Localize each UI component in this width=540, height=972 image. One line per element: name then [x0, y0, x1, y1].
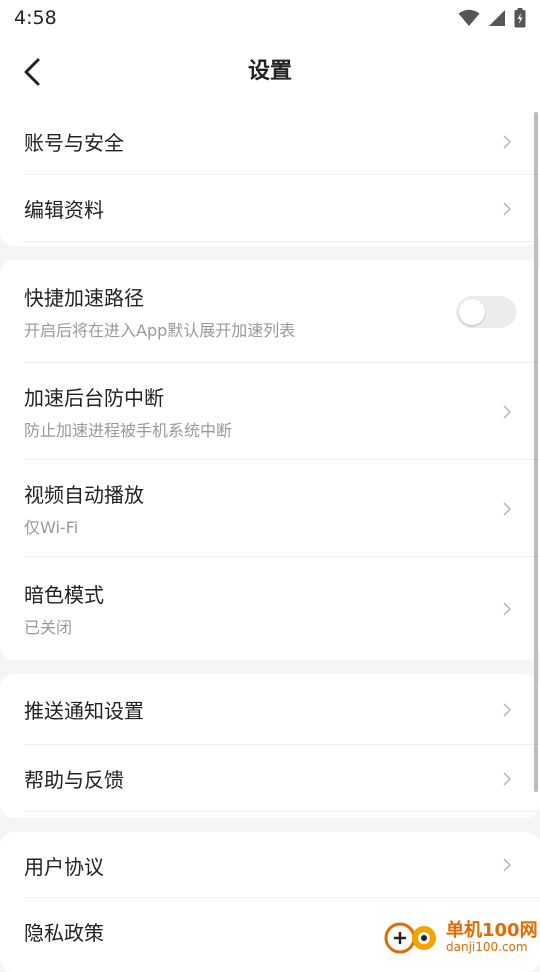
- signal-icon: [489, 10, 505, 26]
- chevron-right-icon: [503, 601, 512, 616]
- settings-item-dark-mode[interactable]: 暗色模式 已关闭: [0, 557, 540, 660]
- settings-group-account: 账号与安全 编辑资料: [0, 108, 540, 246]
- chevron-right-icon: [503, 702, 512, 717]
- chevron-right-icon: [503, 404, 512, 419]
- settings-item-label: 快捷加速路径: [24, 286, 144, 310]
- settings-item-background-protect[interactable]: 加速后台防中断 防止加速进程被手机系统中断: [0, 363, 540, 460]
- chevron-right-icon: [503, 501, 512, 516]
- settings-item-subtitle: 仅Wi-Fi: [24, 518, 79, 537]
- settings-item-subtitle: 开启后将在进入App默认展开加速列表: [24, 321, 296, 340]
- settings-item-subtitle: 防止加速进程被手机系统中断: [24, 421, 233, 440]
- header: 设置: [0, 36, 540, 108]
- settings-item-edit-profile[interactable]: 编辑资料: [0, 175, 540, 242]
- watermark-logo: 单机100网 danji100.com: [380, 912, 540, 960]
- settings-item-push-notifications[interactable]: 推送通知设置: [0, 674, 540, 745]
- watermark-url: danji100.com: [446, 940, 528, 954]
- settings-item-label: 推送通知设置: [24, 699, 144, 723]
- page-title: 设置: [247, 59, 292, 84]
- wifi-icon: [458, 9, 480, 26]
- watermark-name: 单机100网: [446, 920, 538, 941]
- scrollbar[interactable]: [534, 112, 538, 792]
- settings-item-label: 用户协议: [24, 854, 104, 879]
- chevron-right-icon: [503, 134, 512, 149]
- settings-item-label: 账号与安全: [24, 131, 124, 155]
- status-bar: 4:58: [0, 0, 540, 36]
- chevron-right-icon: [503, 201, 512, 216]
- settings-item-user-agreement[interactable]: 用户协议: [0, 832, 540, 898]
- settings-item-subtitle: 已关闭: [24, 618, 73, 637]
- settings-item-quick-accelerate: 快捷加速路径 开启后将在进入App默认展开加速列表: [0, 260, 540, 363]
- battery-icon: [514, 8, 526, 28]
- settings-item-video-autoplay[interactable]: 视频自动播放 仅Wi-Fi: [0, 460, 540, 557]
- watermark-icon: [384, 922, 436, 954]
- settings-item-label: 编辑资料: [24, 198, 104, 222]
- settings-item-label: 帮助与反馈: [24, 768, 124, 792]
- settings-item-label: 暗色模式: [24, 583, 104, 607]
- status-icons: [458, 8, 526, 28]
- settings-item-help-feedback[interactable]: 帮助与反馈: [0, 745, 540, 812]
- settings-group-notifications: 推送通知设置 帮助与反馈: [0, 674, 540, 818]
- settings-item-account-security[interactable]: 账号与安全: [0, 108, 540, 175]
- settings-item-label: 视频自动播放: [24, 483, 144, 507]
- status-time: 4:58: [14, 7, 57, 29]
- settings-item-label: 加速后台防中断: [24, 386, 164, 410]
- quick-accelerate-toggle[interactable]: [456, 295, 516, 328]
- settings-group-acceleration: 快捷加速路径 开启后将在进入App默认展开加速列表 加速后台防中断 防止加速进程…: [0, 260, 540, 660]
- chevron-right-icon: [503, 858, 512, 872]
- chevron-right-icon: [503, 771, 512, 786]
